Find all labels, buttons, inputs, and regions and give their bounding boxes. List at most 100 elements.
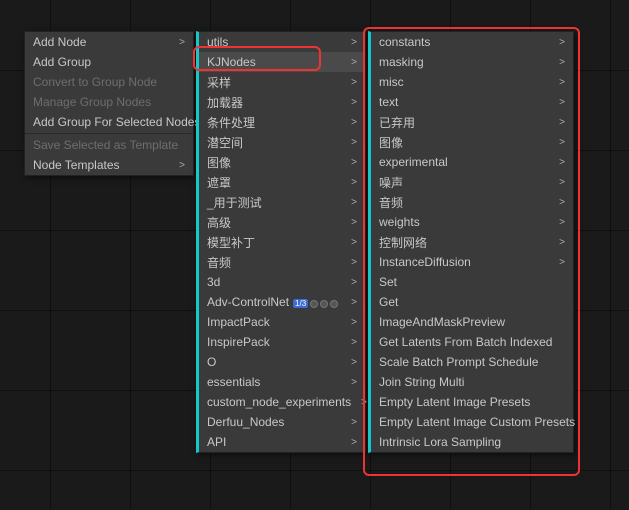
menu-item[interactable]: Add Group For Selected Nodes <box>25 112 193 132</box>
menu-item[interactable]: 模型补丁> <box>199 232 365 252</box>
menu-item[interactable]: 高级> <box>199 212 365 232</box>
menu-item-label: 潜空间 <box>207 134 243 151</box>
menu-item[interactable]: 控制网络> <box>371 232 573 252</box>
chevron-right-icon: > <box>559 197 565 208</box>
context-submenu-kjnodes: constants>masking>misc>text>已弃用>图像>exper… <box>368 31 574 453</box>
menu-item[interactable]: KJNodes> <box>199 52 365 72</box>
menu-item[interactable]: 潜空间> <box>199 132 365 152</box>
chevron-right-icon: > <box>559 57 565 68</box>
menu-item[interactable]: experimental > <box>371 152 573 172</box>
chevron-right-icon: > <box>351 37 357 48</box>
menu-item-label: Save Selected as Template <box>33 138 178 152</box>
menu-item[interactable]: Empty Latent Image Presets <box>371 392 573 412</box>
menu-item-label: Manage Group Nodes <box>33 95 151 109</box>
menu-item[interactable]: O> <box>199 352 365 372</box>
chevron-right-icon: > <box>361 397 367 408</box>
menu-item[interactable]: Scale Batch Prompt Schedule <box>371 352 573 372</box>
menu-item[interactable]: 音频> <box>371 192 573 212</box>
menu-item-label: text <box>379 95 398 109</box>
menu-item-label: 噪声 <box>379 174 403 191</box>
menu-item-label: 图像 <box>379 134 403 151</box>
menu-item[interactable]: custom_node_experiments> <box>199 392 365 412</box>
menu-item[interactable]: misc > <box>371 72 573 92</box>
menu-item-label: Empty Latent Image Presets <box>379 395 530 409</box>
menu-item-label: 模型补丁 <box>207 234 255 251</box>
menu-item[interactable]: masking> <box>371 52 573 72</box>
chevron-right-icon: > <box>351 317 357 328</box>
chevron-right-icon: > <box>179 160 185 171</box>
menu-item[interactable]: Node Templates > <box>25 155 193 175</box>
menu-item[interactable]: 音频 > <box>199 252 365 272</box>
menu-item[interactable]: constants > <box>371 32 573 52</box>
menu-item-label: Add Group For Selected Nodes <box>33 115 200 129</box>
menu-item[interactable]: essentials> <box>199 372 365 392</box>
menu-item[interactable]: Get <box>371 292 573 312</box>
chevron-right-icon: > <box>351 377 357 388</box>
menu-item[interactable]: 遮罩> <box>199 172 365 192</box>
menu-item-label: Derfuu_Nodes <box>207 415 284 429</box>
menu-item[interactable]: InstanceDiffusion> <box>371 252 573 272</box>
menu-item[interactable]: 3d> <box>199 272 365 292</box>
menu-item[interactable]: text> <box>371 92 573 112</box>
menu-item[interactable]: 图像> <box>199 152 365 172</box>
menu-separator <box>25 133 193 134</box>
menu-item-label: Get Latents From Batch Indexed <box>379 335 552 349</box>
menu-item-label: 采样 <box>207 74 231 91</box>
menu-item[interactable]: 已弃用 > <box>371 112 573 132</box>
menu-item-label: 已弃用 <box>379 114 415 131</box>
menu-item[interactable]: 图像 > <box>371 132 573 152</box>
menu-item[interactable]: 条件处理> <box>199 112 365 132</box>
chevron-right-icon: > <box>559 157 565 168</box>
menu-item-label: constants <box>379 35 430 49</box>
chevron-right-icon: > <box>559 137 565 148</box>
menu-item-label: Node Templates <box>33 158 120 172</box>
menu-item[interactable]: Adv-ControlNet1/3> <box>199 292 365 312</box>
chevron-right-icon: > <box>351 277 357 288</box>
menu-item[interactable]: ImpactPack > <box>199 312 365 332</box>
context-menu-root: Add Node>Add GroupConvert to Group NodeM… <box>24 31 194 176</box>
menu-item-label: 高级 <box>207 214 231 231</box>
menu-item-label: 遮罩 <box>207 174 231 191</box>
menu-item-label: 加载器 <box>207 94 243 111</box>
chevron-right-icon: > <box>351 157 357 168</box>
menu-item[interactable]: 噪声 > <box>371 172 573 192</box>
menu-item-label: Add Group <box>33 55 91 69</box>
menu-item[interactable]: Derfuu_Nodes> <box>199 412 365 432</box>
menu-item[interactable]: 加载器> <box>199 92 365 112</box>
menu-item[interactable]: Get Latents From Batch Indexed <box>371 332 573 352</box>
menu-item[interactable]: ImageAndMaskPreview <box>371 312 573 332</box>
menu-item[interactable]: weights> <box>371 212 573 232</box>
menu-item-label: Set <box>379 275 397 289</box>
chevron-right-icon: > <box>351 77 357 88</box>
chevron-right-icon: > <box>351 257 357 268</box>
chevron-right-icon: > <box>559 37 565 48</box>
menu-item[interactable]: Join String Multi <box>371 372 573 392</box>
chevron-right-icon: > <box>351 337 357 348</box>
menu-item-label: Convert to Group Node <box>33 75 157 89</box>
menu-item[interactable]: API> <box>199 432 365 452</box>
context-submenu-categories: utils>KJNodes>采样>加载器>条件处理>潜空间>图像>遮罩>_用于测… <box>196 31 366 453</box>
menu-item-label: Add Node <box>33 35 86 49</box>
menu-item-label: utils <box>207 35 228 49</box>
menu-item[interactable]: _用于测试> <box>199 192 365 212</box>
node-badges: 1/3 <box>293 299 338 308</box>
menu-item-label: Join String Multi <box>379 375 464 389</box>
menu-item[interactable]: Add Node> <box>25 32 193 52</box>
menu-item[interactable]: Intrinsic Lora Sampling <box>371 432 573 452</box>
menu-item[interactable]: Empty Latent Image Custom Presets <box>371 412 573 432</box>
menu-item[interactable]: InspirePack> <box>199 332 365 352</box>
chevron-right-icon: > <box>559 117 565 128</box>
menu-item-label: experimental <box>379 155 448 169</box>
menu-item-label: Adv-ControlNet1/3 <box>207 295 338 309</box>
menu-item-label: misc <box>379 75 404 89</box>
chevron-right-icon: > <box>559 77 565 88</box>
menu-item[interactable]: 采样 > <box>199 72 365 92</box>
chevron-right-icon: > <box>351 57 357 68</box>
menu-item-label: ImpactPack <box>207 315 270 329</box>
menu-item-label: 音频 <box>207 254 231 271</box>
menu-item-label: Scale Batch Prompt Schedule <box>379 355 538 369</box>
menu-item[interactable]: Add Group <box>25 52 193 72</box>
chevron-right-icon: > <box>559 177 565 188</box>
menu-item[interactable]: Set <box>371 272 573 292</box>
menu-item[interactable]: utils > <box>199 32 365 52</box>
